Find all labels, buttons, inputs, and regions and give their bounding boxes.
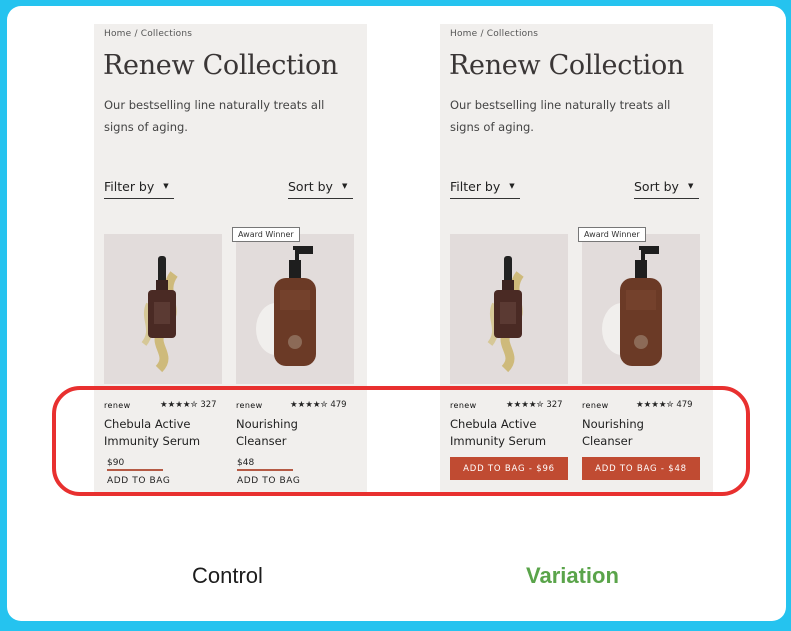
chevron-down-icon: ▼ (341, 182, 348, 190)
product-brand: renew (582, 401, 609, 410)
variation-screen: Home / Collections Renew Collection Our … (440, 24, 713, 494)
product-rating: ★★★★✮ 479 (290, 400, 347, 410)
sort-label: Sort by (288, 178, 333, 194)
award-badge: Award Winner (232, 227, 300, 242)
filter-dropdown[interactable]: Filter by ▼ (104, 174, 174, 199)
star-rating-icon: ★★★★✮ (636, 400, 674, 410)
product-name[interactable]: Chebula Active Immunity Serum (450, 416, 560, 450)
add-to-bag-link[interactable]: ADD TO BAG (237, 476, 300, 486)
product-image-serum[interactable] (450, 234, 568, 384)
review-count: 327 (200, 400, 217, 410)
product-image-serum[interactable] (104, 234, 222, 384)
product-rating: ★★★★✮ 327 (160, 400, 217, 410)
variation-label: Variation (526, 563, 619, 588)
star-rating-icon: ★★★★✮ (290, 400, 328, 410)
page-title: Renew Collection (103, 50, 338, 81)
sort-label: Sort by (634, 178, 679, 194)
product-brand: renew (450, 401, 477, 410)
review-count: 327 (546, 400, 563, 410)
page-subtitle: Our bestselling line naturally treats al… (104, 98, 325, 134)
product-image-cleanser[interactable] (236, 234, 354, 384)
breadcrumb[interactable]: Home / Collections (104, 29, 192, 39)
page-title: Renew Collection (449, 50, 684, 81)
star-rating-icon: ★★★★✮ (160, 400, 198, 410)
add-to-bag-link[interactable]: ADD TO BAG (107, 476, 170, 486)
review-count: 479 (676, 400, 693, 410)
product-name[interactable]: Nourishing Cleanser (582, 416, 692, 450)
page-subtitle: Our bestselling line naturally treats al… (450, 98, 671, 134)
product-name[interactable]: Nourishing Cleanser (236, 416, 346, 450)
add-to-bag-button[interactable]: ADD TO BAG - $48 (582, 457, 700, 480)
product-price: $48 (237, 458, 293, 471)
chevron-down-icon: ▼ (509, 182, 515, 190)
award-badge: Award Winner (578, 227, 646, 242)
breadcrumb[interactable]: Home / Collections (450, 29, 538, 39)
chevron-down-icon: ▼ (163, 182, 169, 190)
star-rating-icon: ★★★★✮ (506, 400, 544, 410)
control-label: Control (192, 563, 263, 588)
review-count: 479 (330, 400, 347, 410)
filter-label: Filter by (104, 178, 155, 194)
product-price: $90 (107, 458, 163, 471)
add-to-bag-button[interactable]: ADD TO BAG - $96 (450, 457, 568, 480)
product-brand: renew (104, 401, 131, 410)
sort-dropdown[interactable]: Sort by ▼ (634, 174, 699, 199)
control-screen: Home / Collections Renew Collection Our … (94, 24, 367, 494)
product-rating: ★★★★✮ 479 (636, 400, 693, 410)
chevron-down-icon: ▼ (687, 182, 694, 190)
product-brand: renew (236, 401, 263, 410)
sort-dropdown[interactable]: Sort by ▼ (288, 174, 353, 199)
product-name[interactable]: Chebula Active Immunity Serum (104, 416, 214, 450)
filter-label: Filter by (450, 178, 501, 194)
product-rating: ★★★★✮ 327 (506, 400, 563, 410)
filter-dropdown[interactable]: Filter by ▼ (450, 174, 520, 199)
product-image-cleanser[interactable] (582, 234, 700, 384)
